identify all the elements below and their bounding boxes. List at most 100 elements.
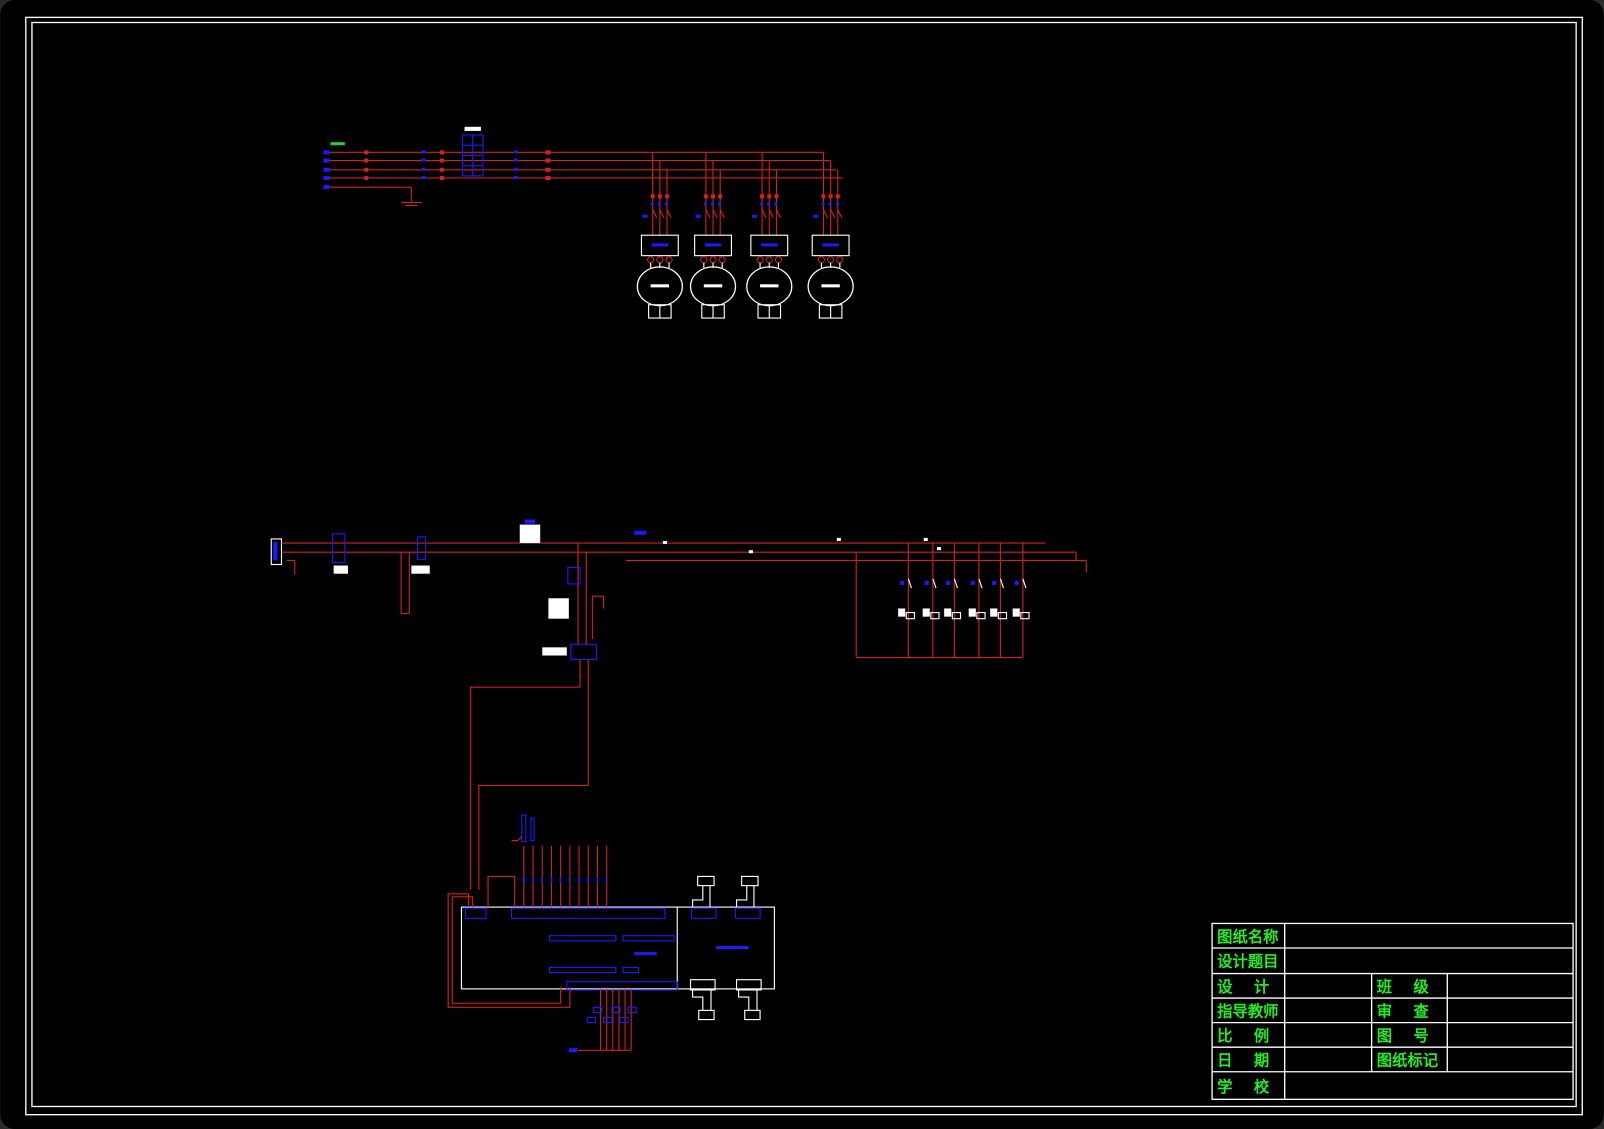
label-class: 班 级 [1377, 978, 1430, 996]
starter-label [651, 243, 669, 247]
label-marker [513, 150, 518, 154]
input-label [578, 877, 581, 883]
fuse-symbol [364, 167, 369, 172]
wire-label [748, 550, 753, 554]
wire-label [836, 537, 841, 541]
label-marker [513, 175, 518, 179]
component-label [519, 524, 541, 544]
fuse-symbol [710, 194, 716, 199]
component-label [411, 565, 430, 574]
relay-contact-label [924, 580, 929, 585]
terminal-marker [323, 167, 330, 172]
label-marker [634, 530, 647, 535]
switch-symbol [439, 158, 445, 163]
starter-label [704, 243, 722, 247]
label-school: 学 校 [1217, 1078, 1270, 1096]
fuse-symbol [703, 194, 708, 199]
contact-symbol [545, 175, 551, 180]
fuse-symbol [364, 150, 369, 155]
motor-name [703, 284, 723, 288]
switch-symbol [439, 175, 445, 180]
motor-name [650, 284, 670, 288]
label-instructor: 指导教师 [1217, 1003, 1278, 1021]
wire-label [662, 540, 668, 545]
relay-contact-label [1014, 580, 1019, 585]
fuse-symbol [767, 194, 772, 199]
fuse-symbol [821, 194, 826, 199]
contact-symbol [545, 150, 551, 155]
relay-label [944, 608, 952, 617]
component-label [542, 647, 567, 656]
input-label [605, 877, 608, 883]
cad-drawing-canvas[interactable]: 图纸名称 设计题目 设 计 班 级 指导教师 审 查 比 例 图 号 日 期 图… [0, 0, 1604, 1129]
relay-contact-label [900, 580, 905, 585]
fuse-symbol [828, 194, 833, 199]
relay-contact-label [946, 580, 951, 585]
label-marker [421, 167, 426, 171]
relay-label [922, 608, 930, 617]
label-date: 日 期 [1217, 1052, 1269, 1070]
component-label [333, 565, 348, 574]
label-marker [513, 158, 518, 162]
supply-label [330, 142, 345, 146]
contactor-label [695, 214, 701, 218]
label-marker [767, 202, 771, 206]
fuse-symbol [718, 194, 723, 199]
label-drawing-mark: 图纸标记 [1377, 1052, 1439, 1070]
fuse-symbol [364, 175, 369, 180]
input-label [568, 877, 571, 883]
label-marker [760, 202, 764, 206]
label-marker [513, 167, 518, 171]
label-designer: 设 计 [1217, 978, 1270, 996]
contact-symbol [545, 167, 551, 172]
label-marker [835, 202, 839, 206]
wire-label [936, 547, 942, 551]
input-label [532, 877, 535, 883]
contactor-label [813, 214, 819, 218]
relay-label [898, 608, 906, 617]
module-model-label [716, 945, 749, 950]
relay-contact-label [970, 580, 975, 585]
label-marker [718, 202, 722, 206]
relay-contact-label [992, 580, 997, 585]
component-label [548, 598, 569, 619]
input-label [522, 877, 525, 883]
terminal-marker [323, 175, 330, 180]
starter-label [761, 243, 778, 247]
label-marker [828, 202, 832, 206]
label-marker [657, 202, 661, 206]
label-marker [664, 202, 669, 206]
label-marker [821, 202, 825, 206]
fuse-symbol [657, 194, 662, 199]
fuse-symbol [650, 194, 655, 199]
label-marker [421, 158, 426, 162]
contactor-label [751, 214, 758, 218]
switch-symbol [439, 167, 445, 172]
component-label [464, 126, 481, 131]
label-marker [774, 202, 778, 206]
input-label [550, 877, 553, 883]
relay-label [1012, 608, 1020, 617]
label-marker [568, 1048, 578, 1053]
relay-label [968, 608, 976, 617]
label-marker [710, 202, 715, 206]
terminal-marker [273, 542, 278, 561]
terminal-marker [323, 150, 330, 155]
label-review: 审 查 [1377, 1003, 1430, 1021]
input-label [541, 877, 544, 883]
fuse-symbol [760, 194, 765, 199]
label-marker [524, 519, 536, 524]
label-marker [421, 175, 426, 179]
input-label [587, 877, 590, 883]
fuse-symbol [835, 194, 840, 199]
fuse-symbol [364, 158, 369, 163]
plc-model-label [634, 952, 657, 956]
relay-label [990, 608, 998, 617]
wire-label [923, 537, 928, 541]
switch-symbol [439, 150, 445, 155]
label-design-topic: 设计题目 [1217, 952, 1278, 970]
motor-name [821, 284, 840, 288]
label-drawing-name: 图纸名称 [1217, 928, 1279, 946]
label-scale: 比 例 [1217, 1027, 1269, 1045]
input-label [596, 877, 599, 883]
